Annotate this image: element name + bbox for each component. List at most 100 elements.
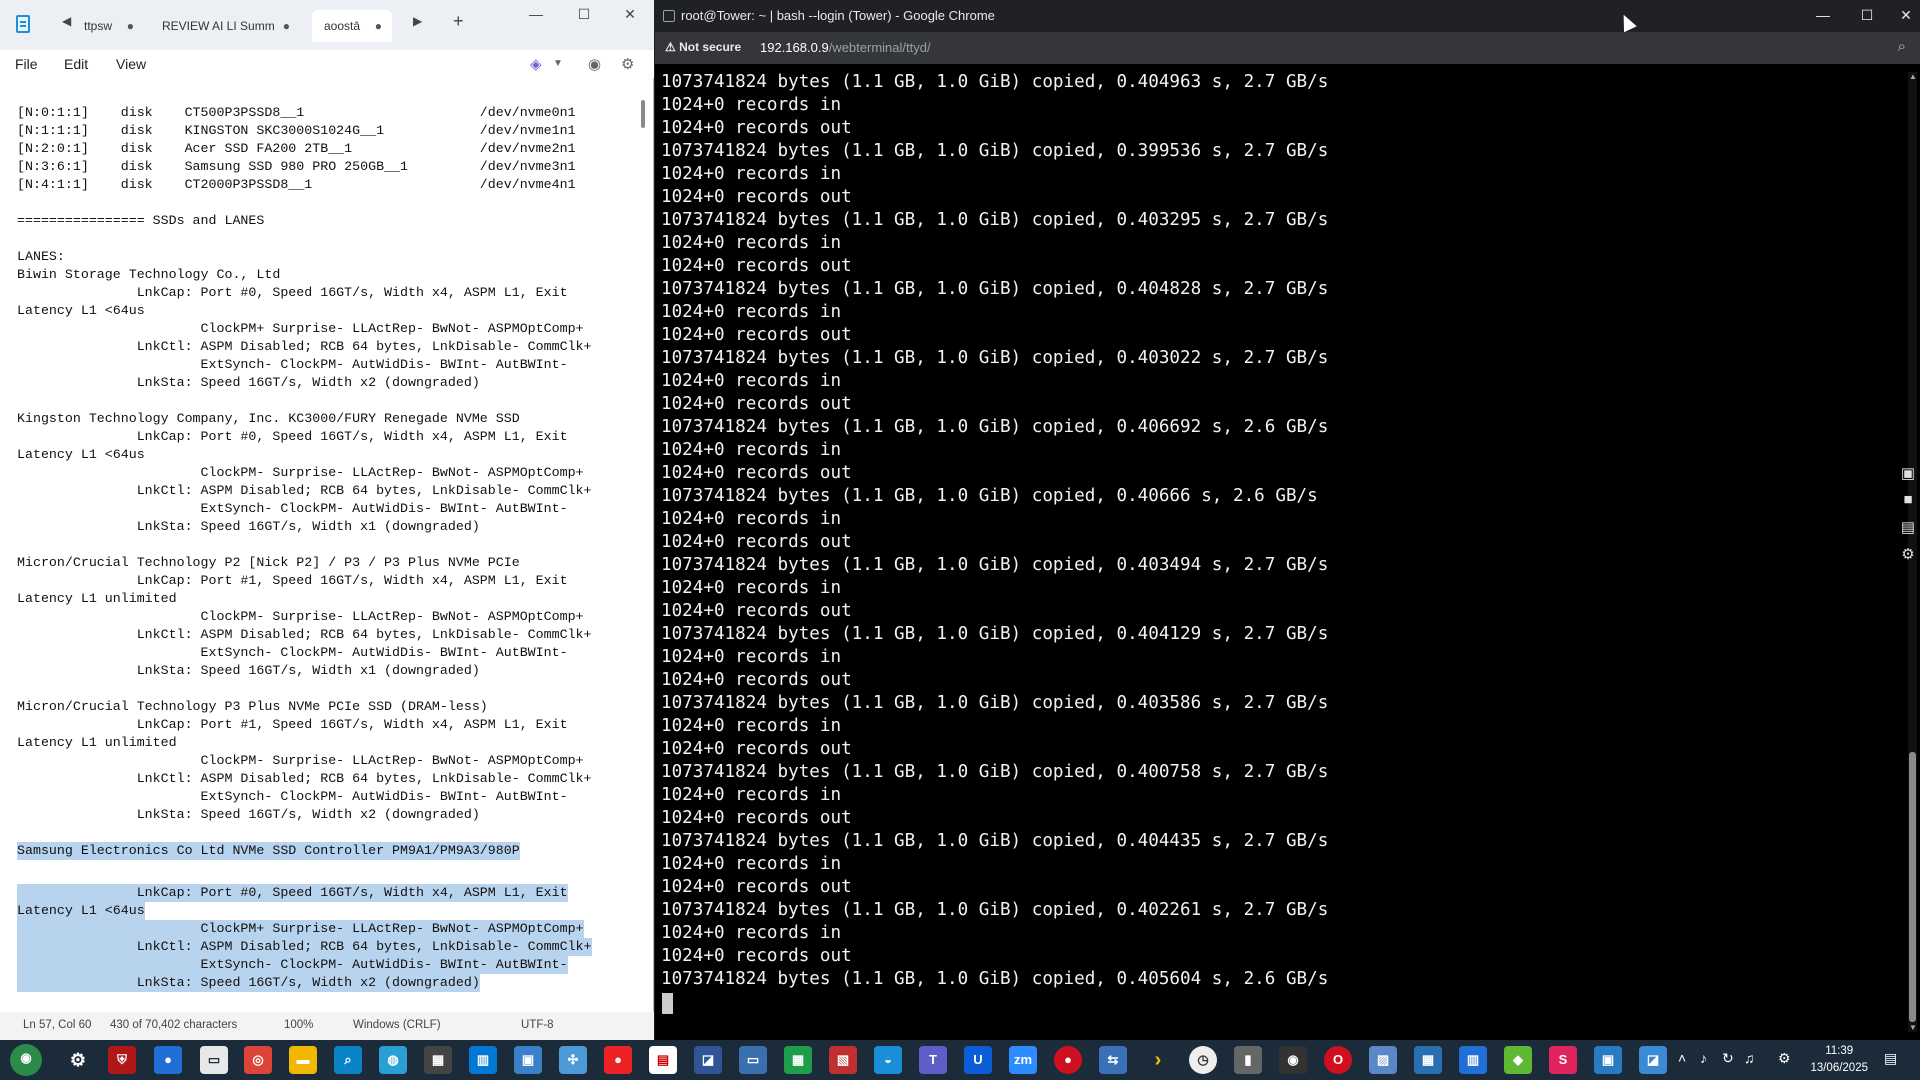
calc-app-icon[interactable]: ▦ [1414,1046,1442,1074]
chevron-app-icon[interactable]: › [1144,1046,1172,1074]
scroll-tabs-right-icon[interactable]: ▶ [413,14,422,28]
remote-icon[interactable]: ▣ [514,1046,542,1074]
zoom-app-icon[interactable]: zm [1009,1046,1037,1074]
maximize-icon[interactable]: ☐ [569,6,599,23]
printer-icon[interactable]: ▭ [739,1046,767,1074]
recorder-icon[interactable]: ● [604,1046,632,1074]
app-window-icon[interactable]: ▭ [200,1046,228,1074]
record-icon[interactable]: ● [1054,1046,1082,1074]
disc-icon[interactable]: ◉ [1279,1046,1307,1074]
app-blue-icon[interactable]: ● [154,1046,182,1074]
line-ending[interactable]: Windows (CRLF) [353,1019,441,1031]
gear-icon[interactable]: ⚙ [1897,545,1919,572]
terminal-line: 1073741824 bytes (1.1 GB, 1.0 GiB) copie… [661,348,1329,368]
tab-1[interactable]: ttpsw ● [72,10,144,42]
store-icon[interactable]: ▥ [469,1046,497,1074]
volume-icon[interactable]: ♫ [1744,1050,1755,1066]
presentation-icon[interactable]: ▧ [829,1046,857,1074]
clock-app-icon[interactable]: ◷ [1189,1046,1217,1074]
teams-icon[interactable]: T [919,1046,947,1074]
graph-app-icon[interactable]: ▥ [1459,1046,1487,1074]
network-share-icon[interactable]: ⇆ [1099,1046,1127,1074]
tab-active[interactable]: aoostâ ● [312,10,392,42]
menu-edit[interactable]: Edit [64,56,88,72]
copilot-icon[interactable]: ◈ [530,55,542,73]
video-icon[interactable]: ■ [1897,491,1919,518]
encoding[interactable]: UTF-8 [521,1019,554,1031]
settings-icon[interactable]: ⚙ [64,1046,92,1074]
microphone-icon[interactable]: ♪ [1700,1050,1707,1066]
editor-line: [N:1:1:1] disk KINGSTON SKC3000S1024G__1… [17,123,576,138]
close-icon[interactable]: ✕ [1891,7,1920,24]
url-path: /webterminal/ttyd/ [828,40,931,55]
chevron-down-icon[interactable]: ▼ [553,58,563,69]
tab-2[interactable]: REVIEW AI LI Summ ● [150,10,300,42]
new-tab-plus-icon[interactable]: + [453,11,464,32]
gear-icon[interactable]: ⚙ [621,55,634,73]
chrome-icon[interactable]: ◎ [244,1046,272,1074]
character-count: 430 of 70,402 characters [110,1019,238,1031]
edge-icon[interactable]: ◒ [874,1046,902,1074]
editor-line: LnkCap: Port #1, Speed 16GT/s, Width x4,… [17,573,568,588]
maximize-icon[interactable]: ☐ [1847,7,1887,24]
terminal-cursor [662,993,673,1014]
network-icon[interactable]: ✣ [559,1046,587,1074]
notepad-editor[interactable]: [N:0:1:1] disk CT500P3PSSD8__1 /dev/nvme… [17,104,637,992]
image-app-icon[interactable]: ▨ [1369,1046,1397,1074]
search-app-icon[interactable]: ⌕ [334,1046,362,1074]
opera-icon[interactable]: O [1324,1046,1352,1074]
editor-line: LANES: [17,249,65,264]
window-title: root@Tower: ~ | bash --login (Tower) - G… [681,8,995,23]
camera-icon[interactable]: ▣ [1897,464,1919,491]
document-icon[interactable]: ▤ [649,1046,677,1074]
monitor-app-icon[interactable]: ▣ [1594,1046,1622,1074]
usb-icon[interactable]: ▮ [1234,1046,1262,1074]
spreadsheet-icon[interactable]: ▦ [784,1046,812,1074]
url-text[interactable]: 192.168.0.9/webterminal/ttyd/ [760,40,931,55]
scrollbar-thumb[interactable] [1909,752,1916,1022]
terminal-line: 1024+0 records out [661,946,852,966]
editor-line: [N:4:1:1] disk CT2000P3PSSD8__1 /dev/nvm… [17,177,576,192]
app-shield-icon[interactable]: ⛨ [108,1046,136,1074]
taskbar-clock[interactable]: 11:39 13/06/2025 [1810,1043,1868,1077]
scroll-up-icon[interactable]: ▲ [1909,72,1917,81]
terminal-line: 1073741824 bytes (1.1 GB, 1.0 GiB) copie… [661,831,1329,851]
file-explorer-icon[interactable]: ▬ [289,1046,317,1074]
tray-chevron-up-icon[interactable]: ˄ [1678,1050,1686,1066]
unsaved-dot-icon[interactable]: ● [127,10,134,42]
editor-scrollbar[interactable] [641,100,645,128]
minimize-icon[interactable]: — [521,6,551,22]
zoom-icon[interactable]: ⌕ [1898,38,1906,55]
terminal-line: 1024+0 records in [661,302,842,322]
magnifier-icon[interactable]: ◍ [379,1046,407,1074]
cube-app-icon[interactable]: ◆ [1504,1046,1532,1074]
app-u-icon[interactable]: U [964,1046,992,1074]
editor-line: LnkCap: Port #0, Speed 16GT/s, Width x4,… [17,429,568,444]
address-bar[interactable]: ⚠ Not secure 192.168.0.9/webterminal/tty… [655,32,1920,64]
window-icon[interactable]: ▤ [1897,518,1919,545]
menu-file[interactable]: File [15,56,38,72]
zoom-level[interactable]: 100% [284,1019,313,1031]
app-s-icon[interactable]: S [1549,1046,1577,1074]
account-icon[interactable]: ◉ [588,55,601,73]
minimize-icon[interactable]: — [1803,7,1843,23]
app-chart-icon[interactable]: ◪ [694,1046,722,1074]
scroll-tabs-left-icon[interactable]: ◀ [62,14,71,28]
terminal-line: 1073741824 bytes (1.1 GB, 1.0 GiB) copie… [661,969,1329,989]
gear-icon[interactable]: ⚙ [1778,1050,1791,1067]
notifications-icon[interactable]: ▤ [1884,1050,1897,1067]
calculator-icon[interactable]: ▦ [424,1046,452,1074]
unsaved-dot-icon[interactable]: ● [375,10,382,42]
security-warning[interactable]: ⚠ Not secure [665,40,741,54]
sync-icon[interactable]: ↻ [1722,1050,1734,1067]
editor-line: Biwin Storage Technology Co., Ltd [17,267,281,282]
terminal-output[interactable]: 1073741824 bytes (1.1 GB, 1.0 GiB) copie… [661,71,1901,1031]
start-orb-icon[interactable]: ◉ [10,1044,42,1076]
close-icon[interactable]: ✕ [615,6,645,23]
scroll-down-icon[interactable]: ▼ [1909,1023,1917,1032]
terminal-app-icon[interactable]: ◪ [1639,1046,1667,1074]
unsaved-dot-icon[interactable]: ● [283,10,290,42]
menu-view[interactable]: View [116,56,146,72]
